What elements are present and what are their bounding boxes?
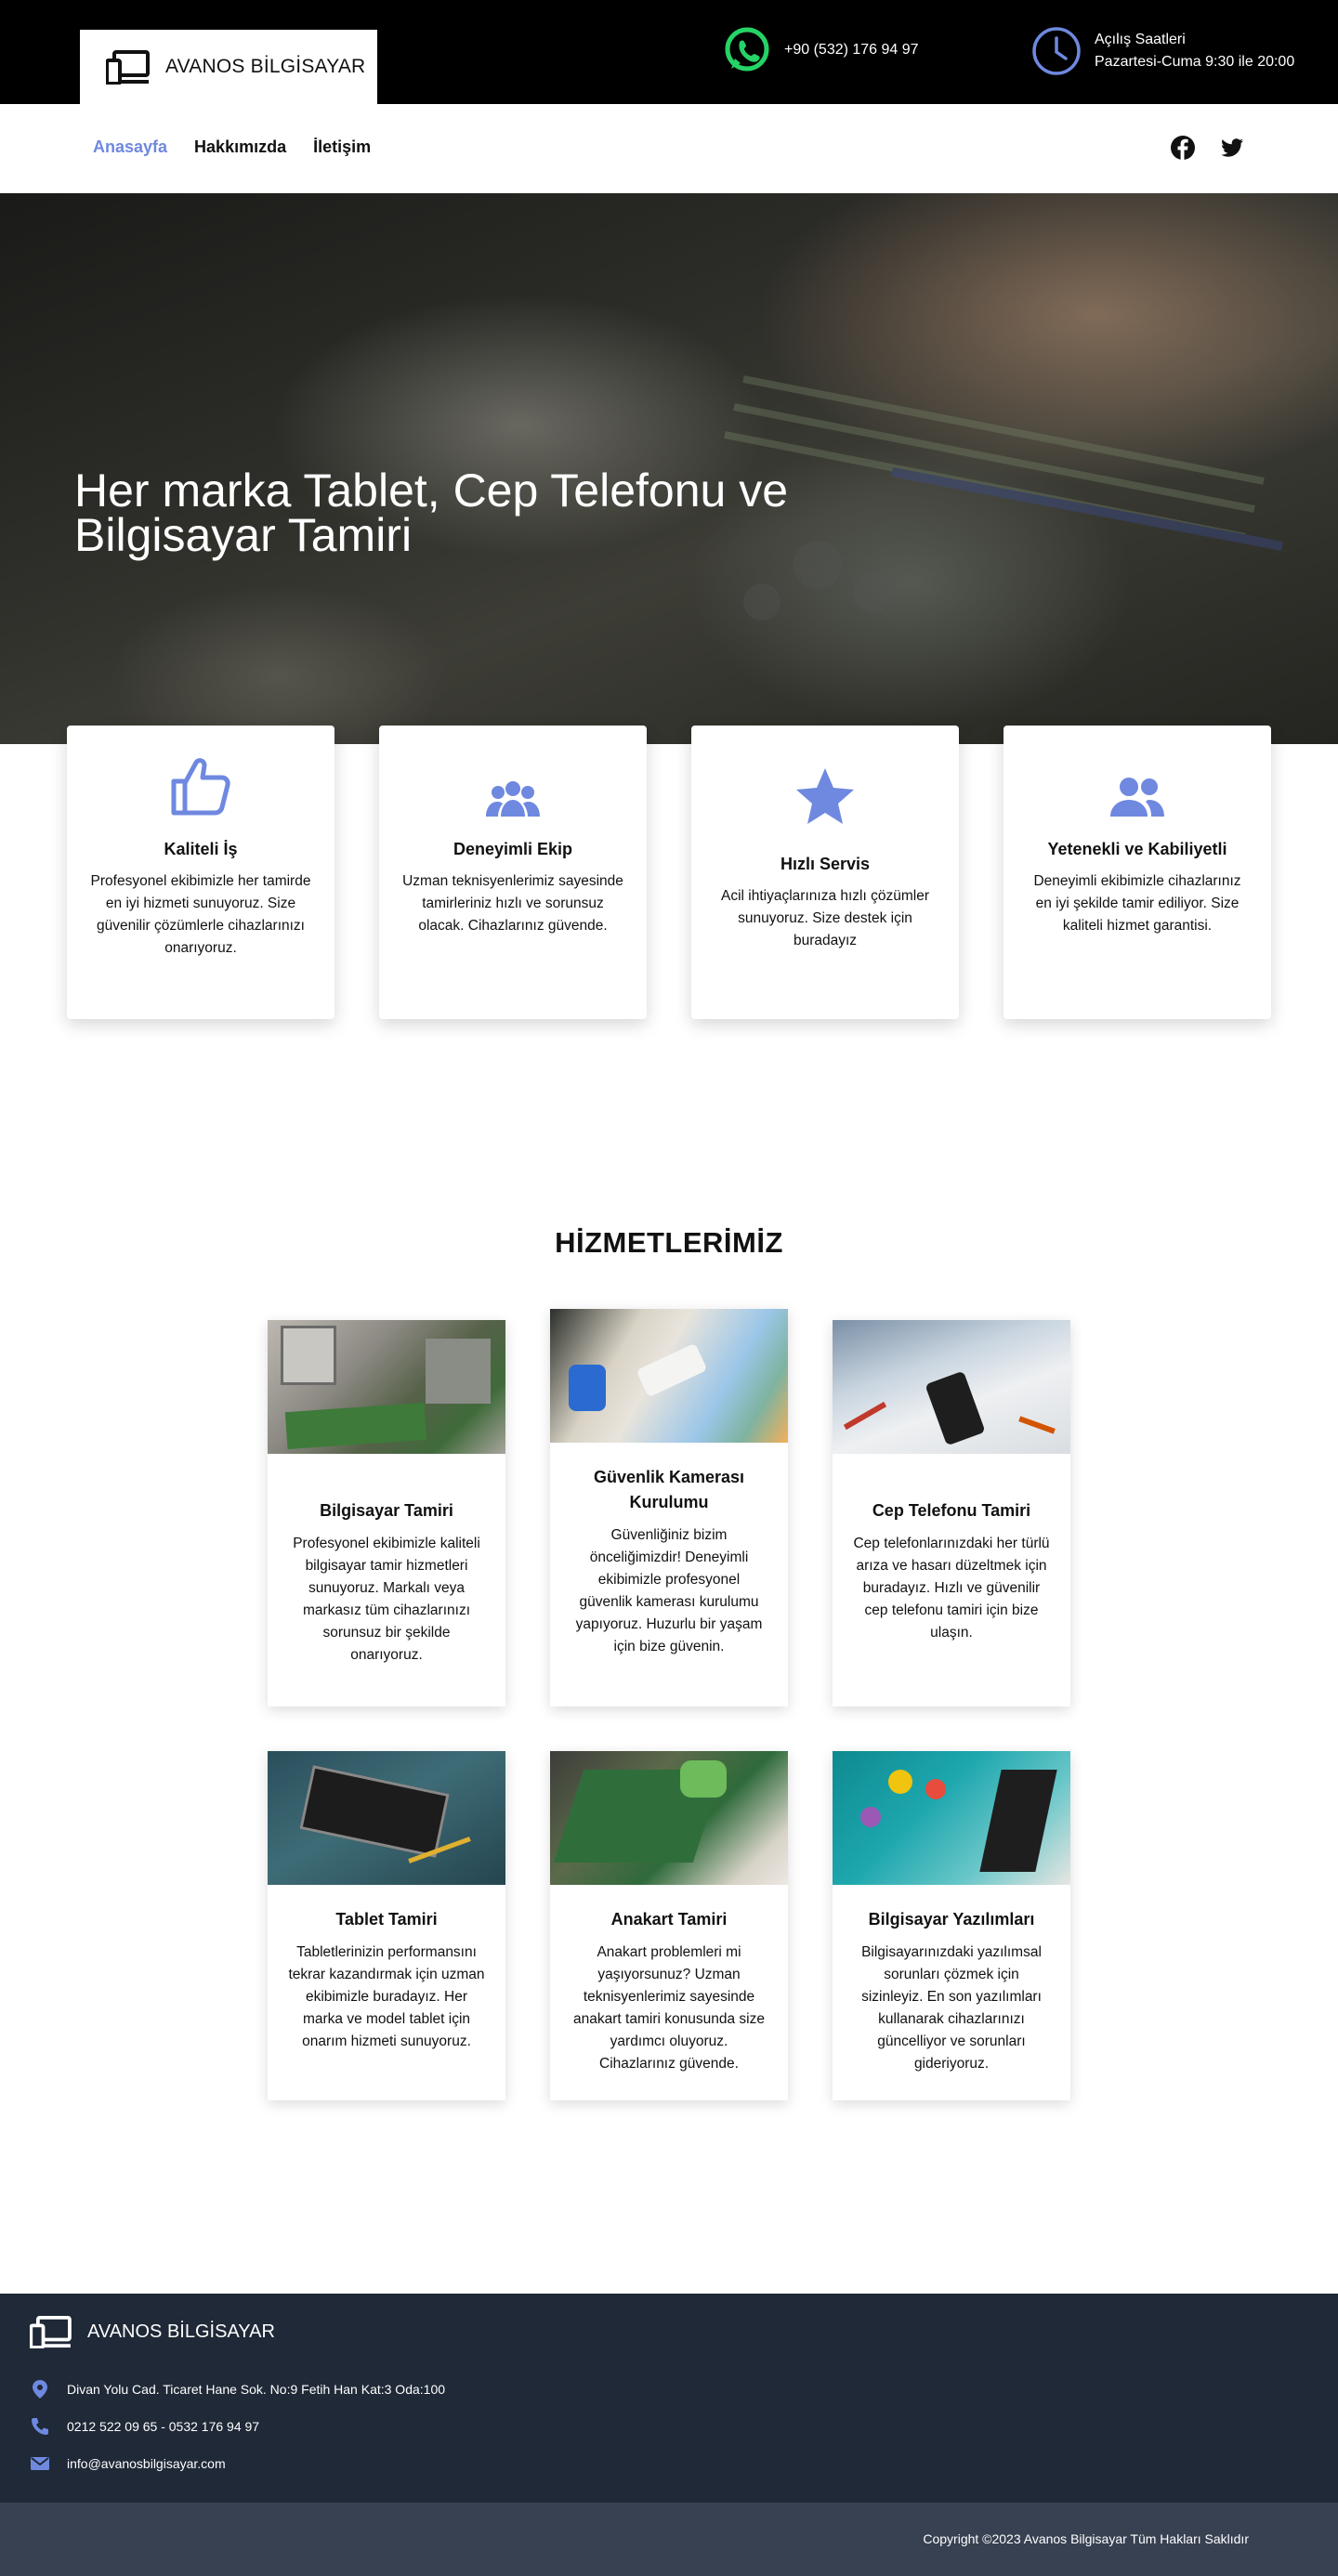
service-card-tablet-repair[interactable]: Tablet Tamiri Tabletlerinizin performans… xyxy=(268,1751,505,2100)
feature-title: Kaliteli İş xyxy=(164,840,238,858)
feature-cards: Kaliteli İş Profesyonel ekibimizle her t… xyxy=(67,726,1271,1019)
star-icon xyxy=(796,768,854,824)
site-logo[interactable]: AVANOS BİLGİSAYAR xyxy=(80,30,377,104)
email-icon xyxy=(31,2457,49,2470)
footer-address-text: Divan Yolu Cad. Ticaret Hane Sok. No:9 F… xyxy=(67,2382,446,2397)
facebook-icon[interactable] xyxy=(1170,135,1196,161)
copyright-text: Copyright ©2023 Avanos Bilgisayar Tüm Ha… xyxy=(923,2531,1249,2546)
feature-card-skilled: Yetenekli ve Kabiliyetli Deneyimli ekibi… xyxy=(1004,726,1271,1019)
nav-item-hakkimizda[interactable]: Hakkımızda xyxy=(194,137,286,157)
feature-description: Profesyonel ekibimizle her tamirde en iy… xyxy=(90,873,311,956)
feature-description: Deneyimli ekibimizle cihazlarınız en iyi… xyxy=(1033,873,1241,934)
logo-text: AVANOS BİLGİSAYAR xyxy=(165,56,366,77)
feature-title: Deneyimli Ekip xyxy=(453,840,573,858)
service-image xyxy=(268,1751,505,1885)
service-description: Profesyonel ekibimizle kaliteli bilgisay… xyxy=(293,1536,480,1663)
service-title: Güvenlik Kamerası Kurulumu xyxy=(593,1468,745,1511)
service-card-security-camera[interactable]: Güvenlik Kamerası Kurulumu Güvenliğiniz … xyxy=(550,1309,788,1706)
service-image xyxy=(550,1751,788,1885)
footer-logo[interactable]: AVANOS BİLGİSAYAR xyxy=(30,2315,275,2348)
service-description: Anakart problemleri mi yaşıyorsunuz? Uzm… xyxy=(573,1944,765,2072)
devices-icon xyxy=(30,2315,72,2348)
twitter-icon[interactable] xyxy=(1219,135,1245,161)
footer-brand: AVANOS BİLGİSAYAR xyxy=(87,2321,275,2342)
hours-value: Pazartesi-Cuma 9:30 ile 20:00 xyxy=(1095,54,1295,70)
service-card-software[interactable]: Bilgisayar Yazılımları Bilgisayarınızdak… xyxy=(833,1751,1070,2100)
feature-description: Uzman teknisyenlerimiz sayesinde tamirle… xyxy=(402,873,623,934)
footer-phone-text: 0212 522 09 65 - 0532 176 94 97 xyxy=(67,2419,260,2434)
phone-icon xyxy=(32,2418,48,2435)
service-title: Cep Telefonu Tamiri xyxy=(872,1501,1031,1520)
location-pin-icon xyxy=(33,2380,47,2399)
service-image xyxy=(268,1320,505,1454)
nav-item-anasayfa[interactable]: Anasayfa xyxy=(93,137,167,157)
thumbs-up-icon xyxy=(171,758,230,816)
service-description: Tabletlerinizin performansını tekrar kaz… xyxy=(288,1944,485,2049)
feature-card-team: Deneyimli Ekip Uzman teknisyenlerimiz sa… xyxy=(379,726,647,1019)
devices-icon xyxy=(106,50,150,85)
feature-description: Acil ihtiyaçlarınıza hızlı çözümler sunu… xyxy=(721,888,929,948)
service-title: Bilgisayar Tamiri xyxy=(320,1501,453,1520)
whatsapp-icon xyxy=(725,27,769,72)
nav-menu: Anasayfa Hakkımızda İletişim xyxy=(93,137,371,157)
clock-icon xyxy=(1032,27,1081,75)
footer-email-text: info@avanosbilgisayar.com xyxy=(67,2456,226,2471)
people-icon xyxy=(1110,778,1164,817)
top-bar: AVANOS BİLGİSAYAR +90 (532) 176 94 97 Aç… xyxy=(0,0,1338,104)
copyright-bar: Copyright ©2023 Avanos Bilgisayar Tüm Ha… xyxy=(0,2503,1338,2576)
service-title: Anakart Tamiri xyxy=(610,1910,728,1929)
feature-card-quality: Kaliteli İş Profesyonel ekibimizle her t… xyxy=(67,726,334,1019)
service-image xyxy=(833,1751,1070,1885)
service-card-phone-repair[interactable]: Cep Telefonu Tamiri Cep telefonlarınızda… xyxy=(833,1320,1070,1706)
team-icon xyxy=(486,781,540,817)
hours-label: Açılış Saatleri xyxy=(1095,32,1186,47)
hero-banner: Her marka Tablet, Cep Telefonu ve Bilgis… xyxy=(0,193,1338,744)
service-description: Güvenliğiniz bizim önceliğimizdir! Deney… xyxy=(575,1527,763,1654)
site-footer: AVANOS BİLGİSAYAR Divan Yolu Cad. Ticare… xyxy=(0,2294,1338,2503)
service-title: Tablet Tamiri xyxy=(335,1910,438,1929)
header-phone[interactable]: +90 (532) 176 94 97 xyxy=(723,26,919,74)
nav-item-iletisim[interactable]: İletişim xyxy=(313,137,371,157)
footer-phone[interactable]: 0212 522 09 65 - 0532 176 94 97 xyxy=(30,2416,259,2437)
service-image xyxy=(550,1309,788,1443)
footer-address: Divan Yolu Cad. Ticaret Hane Sok. No:9 F… xyxy=(30,2379,445,2399)
service-card-motherboard-repair[interactable]: Anakart Tamiri Anakart problemleri mi ya… xyxy=(550,1751,788,2100)
social-links xyxy=(1170,135,1245,161)
service-description: Cep telefonlarınızdaki her türlü arıza v… xyxy=(853,1536,1050,1641)
feature-card-speed: Hızlı Servis Acil ihtiyaçlarınıza hızlı … xyxy=(691,726,959,1019)
feature-title: Yetenekli ve Kabiliyetli xyxy=(1047,840,1227,858)
service-description: Bilgisayarınızdaki yazılımsal sorunları … xyxy=(861,1944,1042,2072)
hero-title: Her marka Tablet, Cep Telefonu ve Bilgis… xyxy=(74,464,789,561)
footer-email[interactable]: info@avanosbilgisayar.com xyxy=(30,2453,226,2474)
feature-title: Hızlı Servis xyxy=(780,855,871,873)
service-card-computer-repair[interactable]: Bilgisayar Tamiri Profesyonel ekibimizle… xyxy=(268,1320,505,1706)
header-phone-number: +90 (532) 176 94 97 xyxy=(784,42,919,58)
opening-hours: Açılış Saatleri Pazartesi-Cuma 9:30 ile … xyxy=(1031,26,1294,76)
service-title: Bilgisayar Yazılımları xyxy=(868,1910,1035,1929)
main-navbar: Anasayfa Hakkımızda İletişim xyxy=(0,104,1338,193)
services-heading: HİZMETLERİMİZ xyxy=(555,1226,783,1259)
service-image xyxy=(833,1320,1070,1454)
